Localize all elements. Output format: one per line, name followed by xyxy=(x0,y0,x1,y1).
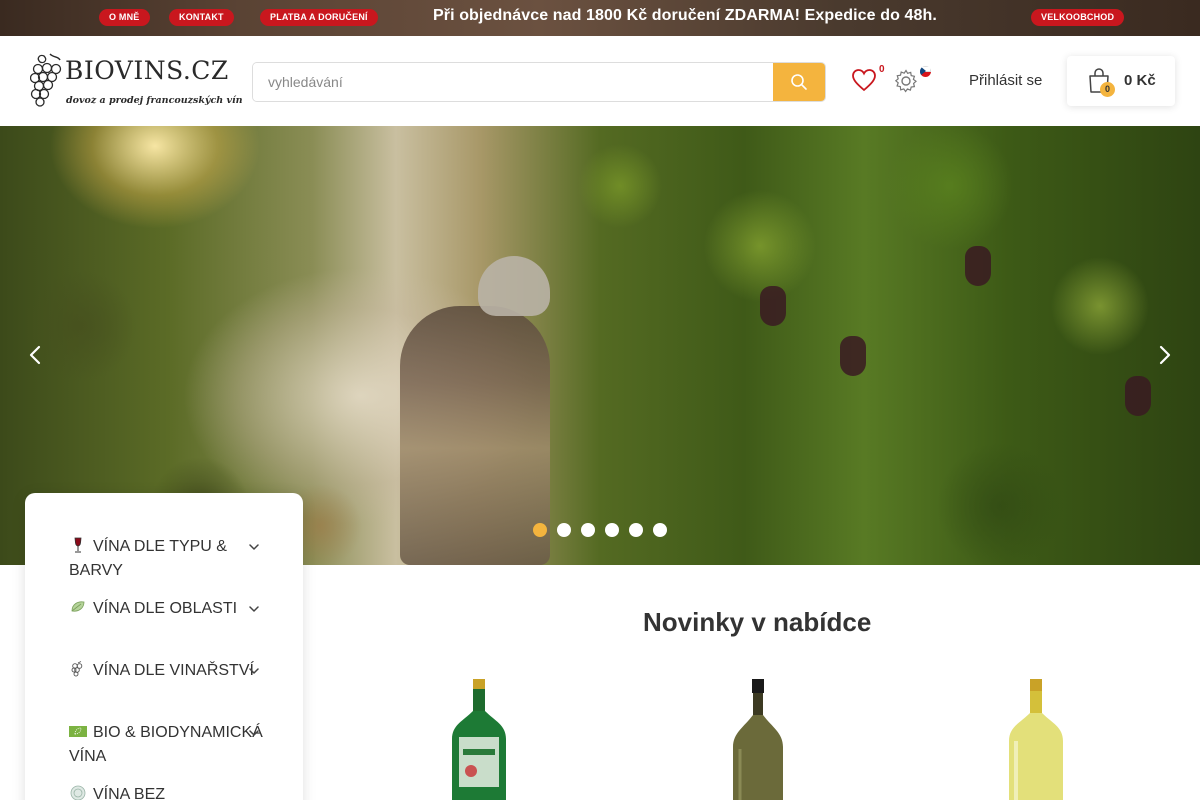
slider-dot[interactable] xyxy=(653,523,667,537)
slider-dot[interactable] xyxy=(629,523,643,537)
product-image-bottle[interactable] xyxy=(449,679,509,800)
grapes-logo-icon xyxy=(30,53,62,107)
leaf-icon xyxy=(71,601,85,612)
chevron-left-icon xyxy=(29,345,41,365)
search-input[interactable] xyxy=(253,63,774,101)
hero-image-grapes xyxy=(760,286,786,326)
sidebar-item-label: VÍNA DLE OBLASTI xyxy=(93,600,238,617)
wine-glass-icon xyxy=(74,537,82,553)
link-o-mne[interactable]: O MNĚ xyxy=(99,9,150,26)
slider-next-button[interactable] xyxy=(1155,345,1175,365)
slider-dot[interactable] xyxy=(581,523,595,537)
login-link[interactable]: Přihlásit se xyxy=(969,72,1042,89)
search-icon xyxy=(791,74,807,90)
sidebar-item-label: VÍNA DLE VINAŘSTVÍ xyxy=(93,662,254,679)
sidebar-item-vinarstvi[interactable]: VÍNA DLE VINAŘSTVÍ xyxy=(69,659,269,683)
cart-total: 0 Kč xyxy=(1124,72,1156,89)
logo-text: BIOVINS.CZ xyxy=(65,56,229,85)
cart-button[interactable]: 0 0 Kč xyxy=(1067,56,1175,106)
sidebar-item-label: VÍNA BEZ xyxy=(93,786,166,800)
hero-image-grapes xyxy=(965,246,991,286)
wishlist-button[interactable] xyxy=(851,68,879,96)
cart-count-badge: 0 xyxy=(1100,82,1115,97)
settings-button[interactable] xyxy=(894,69,918,93)
gear-icon xyxy=(894,69,917,93)
sidebar-item-typ-barva[interactable]: VÍNA DLE TYPU & BARVY xyxy=(69,535,269,583)
slider-prev-button[interactable] xyxy=(25,345,45,365)
promo-banner-text: Při objednávce nad 1800 Kč doručení ZDAR… xyxy=(433,7,937,24)
chevron-down-icon[interactable] xyxy=(247,664,261,678)
heart-icon xyxy=(852,69,876,92)
logo-tagline: dovoz a prodej francouzských vín xyxy=(66,95,243,106)
section-title-novinky: Novinky v nabídce xyxy=(643,607,872,637)
slider-dot[interactable] xyxy=(605,523,619,537)
slider-dot[interactable] xyxy=(557,523,571,537)
chevron-down-icon[interactable] xyxy=(247,602,261,616)
sidebar-item-bez-siricitanu[interactable]: VÍNA BEZ xyxy=(69,783,269,800)
category-sidebar: VÍNA DLE TYPU & BARVY VÍNA DLE OBLASTI V… xyxy=(25,493,303,800)
top-bar: O MNĚ KONTAKT PLATBA A DORUČENÍ Při obje… xyxy=(0,0,1200,36)
link-kontakt[interactable]: KONTAKT xyxy=(169,9,234,26)
product-image-bottle[interactable] xyxy=(1006,679,1066,800)
sidebar-item-bio[interactable]: BIO & BIODYNAMICKÁ VÍNA xyxy=(69,721,269,769)
hero-image-grapes xyxy=(1125,376,1151,416)
no-sulfite-icon xyxy=(70,785,86,800)
eu-bio-leaf-icon xyxy=(69,726,87,737)
chevron-right-icon xyxy=(1159,345,1171,365)
link-velkoobchod[interactable]: VELKOOBCHOD xyxy=(1031,9,1125,26)
site-header: BIOVINS.CZ dovoz a prodej francouzských … xyxy=(0,36,1200,126)
search-bar xyxy=(252,62,826,102)
slider-dots xyxy=(533,523,667,537)
grapes-icon xyxy=(71,661,83,677)
sidebar-item-oblast[interactable]: VÍNA DLE OBLASTI xyxy=(69,597,269,621)
link-platba-a-doruceni[interactable]: PLATBA A DORUČENÍ xyxy=(260,9,378,26)
hero-image-grapes xyxy=(840,336,866,376)
chevron-down-icon[interactable] xyxy=(247,726,261,740)
search-button[interactable] xyxy=(773,63,825,101)
sidebar-item-label: BIO & BIODYNAMICKÁ VÍNA xyxy=(69,724,263,765)
wishlist-count: 0 xyxy=(879,64,885,75)
hero-image-harvester xyxy=(400,306,550,565)
slider-dot[interactable] xyxy=(533,523,547,537)
product-image-bottle[interactable] xyxy=(728,679,788,800)
chevron-down-icon[interactable] xyxy=(247,540,261,554)
logo[interactable]: BIOVINS.CZ dovoz a prodej francouzských … xyxy=(30,52,242,112)
czech-flag-icon[interactable] xyxy=(920,66,931,77)
sidebar-item-label: VÍNA DLE TYPU & BARVY xyxy=(69,538,227,579)
